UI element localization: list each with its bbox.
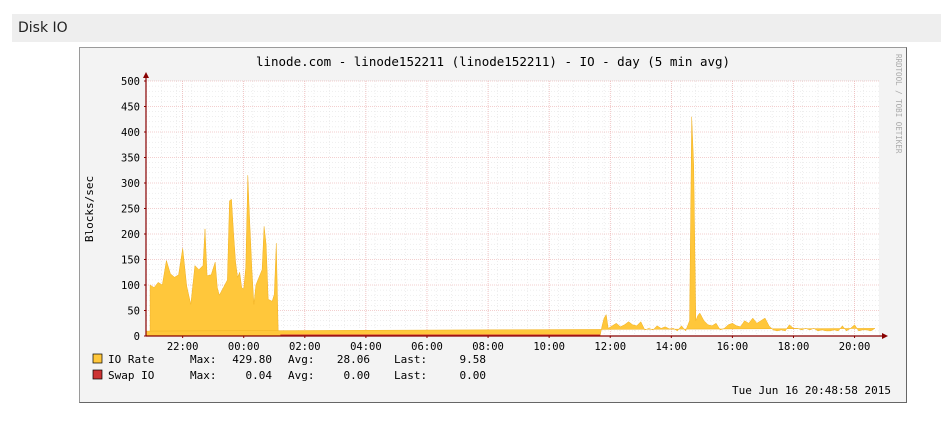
y-tick-label: 150 bbox=[121, 255, 140, 267]
timestamp: Tue Jun 16 20:48:58 2015 bbox=[732, 384, 891, 397]
legend-avg-swap-io: 0.00 bbox=[344, 369, 371, 382]
section-title: Disk IO bbox=[18, 20, 68, 36]
x-axis-arrow bbox=[882, 333, 888, 339]
x-tick-label: 00:00 bbox=[228, 341, 260, 353]
legend-avg-io-rate: 28.06 bbox=[337, 353, 370, 366]
x-tick-label: 10:00 bbox=[533, 341, 565, 353]
y-tick-label: 450 bbox=[121, 102, 140, 114]
x-tick-label: 22:00 bbox=[167, 341, 199, 353]
y-axis-label: Blocks/sec bbox=[83, 176, 96, 242]
legend: IO Rate Max: 429.80 Avg: 28.06 Last: 9.5… bbox=[92, 353, 487, 382]
legend-max-swap-io: 0.04 bbox=[246, 369, 273, 382]
legend-swatch-swap-io bbox=[92, 369, 103, 380]
legend-max-io-rate: 429.80 bbox=[232, 353, 272, 366]
x-tick-label: 20:00 bbox=[839, 341, 871, 353]
y-tick-label: 100 bbox=[121, 280, 140, 292]
x-tick-label: 18:00 bbox=[778, 341, 810, 353]
legend-last-swap-io: 0.00 bbox=[460, 369, 487, 382]
x-tick-label: 02:00 bbox=[289, 341, 321, 353]
x-tick-label: 06:00 bbox=[411, 341, 443, 353]
x-tick-label: 14:00 bbox=[656, 341, 688, 353]
y-tick-label: 400 bbox=[121, 127, 140, 139]
y-tick-label: 300 bbox=[121, 178, 140, 190]
graph-frame: linode.com - linode152211 (linode152211)… bbox=[79, 47, 907, 403]
x-tick-label: 16:00 bbox=[717, 341, 749, 353]
legend-last-label-io-rate: Last: bbox=[394, 353, 427, 366]
y-axis-arrow bbox=[143, 72, 149, 78]
x-tick-label: 04:00 bbox=[350, 341, 382, 353]
x-tick-label: 08:00 bbox=[472, 341, 504, 353]
section-header: Disk IO bbox=[12, 14, 941, 42]
x-tick-label: 12:00 bbox=[594, 341, 626, 353]
io-chart: linode.com - linode152211 (linode152211)… bbox=[83, 54, 903, 397]
y-tick-labels: 0 50 100 150 200 250 300 350 400 450 500 bbox=[121, 76, 140, 343]
legend-name-swap-io: Swap IO bbox=[108, 369, 154, 382]
chart-title: linode.com - linode152211 (linode152211)… bbox=[256, 54, 730, 69]
y-tick-label: 200 bbox=[121, 229, 140, 241]
y-tick-label: 350 bbox=[121, 153, 140, 165]
y-tick-label: 50 bbox=[127, 306, 140, 318]
x-tick-labels: 22:00 00:00 02:00 04:00 06:00 08:00 10:00 12:00… bbox=[167, 341, 871, 353]
watermark: RRDTOOL / TOBI OETIKER bbox=[894, 54, 903, 154]
legend-last-io-rate: 9.58 bbox=[460, 353, 487, 366]
legend-max-label-swap-io: Max: bbox=[190, 369, 217, 382]
legend-max-label-io-rate: Max: bbox=[190, 353, 217, 366]
y-tick-label: 0 bbox=[134, 331, 140, 343]
legend-swatch-io-rate bbox=[92, 353, 103, 364]
legend-avg-label-io-rate: Avg: bbox=[288, 353, 315, 366]
legend-name-io-rate: IO Rate bbox=[108, 353, 154, 366]
y-tick-label: 500 bbox=[121, 76, 140, 88]
legend-avg-label-swap-io: Avg: bbox=[288, 369, 315, 382]
y-tick-label: 250 bbox=[121, 204, 140, 216]
legend-last-label-swap-io: Last: bbox=[394, 369, 427, 382]
